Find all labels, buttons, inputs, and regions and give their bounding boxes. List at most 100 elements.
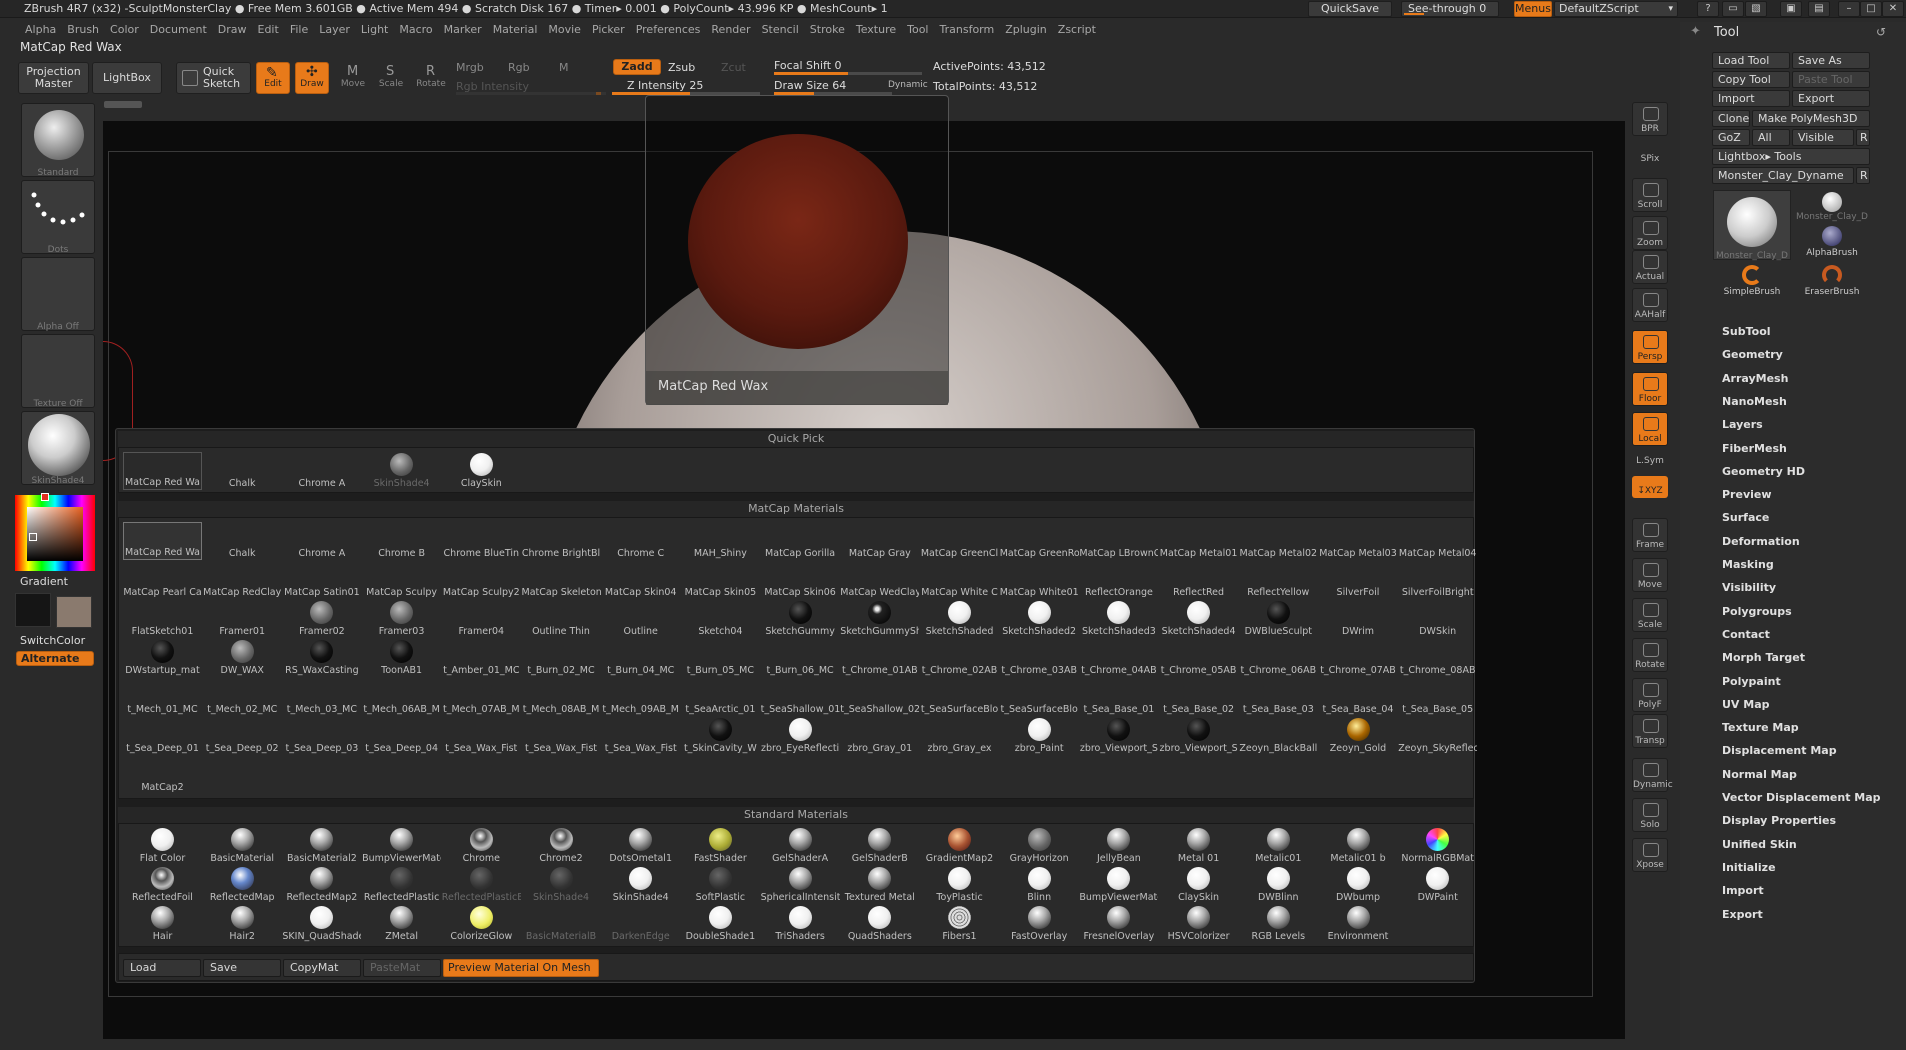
matcap-item[interactable]: t_Sea_Base_02 <box>1159 678 1238 716</box>
minimize-icon[interactable]: – <box>1838 1 1860 17</box>
standard-material-item[interactable]: Environment <box>1319 905 1398 943</box>
quick-pick-item[interactable]: Chrome A <box>282 452 361 490</box>
matcap-item[interactable]: Chalk <box>203 522 282 560</box>
matcap-item[interactable]: Outline Thin <box>522 600 601 638</box>
matcap-item[interactable]: MAH_Shiny <box>681 522 760 560</box>
tool-menu-initialize[interactable]: Initialize <box>1722 861 1776 874</box>
solo-button[interactable]: Solo <box>1632 798 1668 832</box>
frame-button[interactable]: Frame <box>1632 518 1668 552</box>
tool-thumb-2[interactable]: Monster_Clay_D <box>1794 190 1870 224</box>
tool-panel-reset-icon[interactable]: ↺ <box>1876 25 1886 39</box>
standard-material-item[interactable]: FastOverlay <box>1000 905 1079 943</box>
standard-material-item[interactable]: GelShaderB <box>840 827 919 865</box>
ghost-button[interactable]: Dynamic <box>1632 758 1673 792</box>
matcap-item[interactable]: t_Chrome_05AB <box>1159 639 1238 677</box>
standard-material-item[interactable]: DoubleShade1 <box>681 905 760 943</box>
standard-material-item[interactable]: GradientMap2 <box>920 827 999 865</box>
current-tool-r-button[interactable]: R <box>1856 167 1870 184</box>
tool-menu-morph-target[interactable]: Morph Target <box>1722 651 1805 664</box>
matcap-item[interactable]: t_SeaShallow_01 <box>761 678 840 716</box>
matcap-item[interactable]: t_Chrome_03AB <box>1000 639 1079 677</box>
menu-color[interactable]: Color <box>105 20 145 40</box>
standard-material-item[interactable]: BasicMaterialB <box>522 905 601 943</box>
scale-button[interactable]: S Scale <box>374 62 408 94</box>
matcap-item[interactable]: MatCap Skin04 <box>601 561 680 599</box>
menu-preferences[interactable]: Preferences <box>631 20 707 40</box>
menu-alpha[interactable]: Alpha <box>20 20 62 40</box>
matcap-item[interactable]: t_Burn_02_MC <box>522 639 601 677</box>
matcap-item[interactable]: MatCap Skin05 <box>681 561 760 599</box>
stroke-thumbnail[interactable]: Dots <box>21 180 95 255</box>
matcap-item[interactable]: MatCap2 <box>123 756 202 794</box>
menu-draw[interactable]: Draw <box>213 20 253 40</box>
menu-zplugin[interactable]: Zplugin <box>1000 20 1053 40</box>
tool-menu-masking[interactable]: Masking <box>1722 558 1774 571</box>
lightbox-button[interactable]: LightBox <box>92 62 162 94</box>
tool-menu-vector-displacement-map[interactable]: Vector Displacement Map <box>1722 791 1881 804</box>
main-color-swatch[interactable] <box>56 596 92 628</box>
tool-thumb-eraserbrush[interactable]: EraserBrush <box>1794 265 1870 299</box>
standard-material-item[interactable]: ReflectedMap <box>203 866 282 904</box>
matcap-item[interactable]: t_Sea_Base_01 <box>1079 678 1158 716</box>
scroll-button[interactable]: Scroll <box>1632 178 1668 212</box>
load-tool-button[interactable]: Load Tool <box>1712 52 1790 69</box>
matcap-item[interactable]: SketchShaded3 <box>1079 600 1158 638</box>
matcap-item[interactable]: t_SeaArctic_01 <box>681 678 760 716</box>
default-zscript-button[interactable]: DefaultZScript ▾ <box>1554 1 1678 17</box>
layout-icon[interactable]: ▭ <box>1722 1 1744 17</box>
current-tool-slider[interactable]: Monster_Clay_Dyname <box>1712 167 1854 184</box>
matcap-item[interactable]: MatCap Sculpy <box>362 561 441 599</box>
quick-pick-item[interactable]: SkinShade4 <box>362 452 441 490</box>
matcap-item[interactable]: Framer02 <box>282 600 361 638</box>
standard-material-item[interactable]: ReflectedFoil <box>123 866 202 904</box>
tool-menu-unified-skin[interactable]: Unified Skin <box>1722 838 1797 851</box>
copy-tool-button[interactable]: Copy Tool <box>1712 71 1790 88</box>
standard-material-item[interactable]: Metalic01 <box>1239 827 1318 865</box>
goz-visible-button[interactable]: Visible <box>1792 129 1854 146</box>
standard-material-item[interactable]: Metalic01 b <box>1319 827 1398 865</box>
standard-material-item[interactable]: FresnelOverlay <box>1079 905 1158 943</box>
pastemat-button[interactable]: PasteMat <box>363 959 441 977</box>
quicksave-button[interactable]: QuickSave <box>1308 1 1392 17</box>
matcap-item[interactable]: ReflectRed <box>1159 561 1238 599</box>
lsym-button[interactable]: L.Sym <box>1632 446 1668 468</box>
matcap-item[interactable]: zbro_Viewport_S <box>1159 717 1238 755</box>
standard-material-item[interactable]: Chrome2 <box>522 827 601 865</box>
matcap-item[interactable]: MatCap RedClay <box>203 561 282 599</box>
matcap-item[interactable]: t_Chrome_02AB <box>920 639 999 677</box>
tool-menu-visibility[interactable]: Visibility <box>1722 581 1776 594</box>
matcap-item[interactable]: ToonAB1 <box>362 639 441 677</box>
preview-material-on-mesh-button[interactable]: Preview Material On Mesh <box>443 959 599 977</box>
matcap-item[interactable]: MatCap White01 <box>1000 561 1079 599</box>
matcap-item[interactable]: ReflectYellow <box>1239 561 1318 599</box>
matcap-item[interactable]: SketchShaded <box>920 600 999 638</box>
quick-sketch-button[interactable]: Quick Sketch <box>176 62 251 94</box>
save-button[interactable]: Save <box>203 959 281 977</box>
draw-button[interactable]: ✣ Draw <box>295 62 329 94</box>
standard-material-item[interactable]: ToyPlastic <box>920 866 999 904</box>
load-button[interactable]: Load <box>123 959 201 977</box>
persp-button[interactable]: Persp <box>1632 330 1668 364</box>
document-tab[interactable] <box>104 101 142 108</box>
color-picker[interactable] <box>15 493 95 571</box>
goz-all-button[interactable]: All <box>1752 129 1790 146</box>
standard-material-item[interactable]: BumpViewerMate <box>1079 866 1158 904</box>
lock-icon[interactable]: ▣ <box>1780 1 1802 17</box>
matcap-item[interactable]: t_Sea_Wax_Fist <box>442 717 521 755</box>
matcap-item[interactable]: t_Sea_Deep_04 <box>362 717 441 755</box>
matcap-item[interactable]: t_Mech_08AB_M <box>522 678 601 716</box>
matcap-item[interactable]: t_SeaSurfaceBlo <box>920 678 999 716</box>
matcap-item[interactable]: Chrome C <box>601 522 680 560</box>
make-polymesh-button[interactable]: Make PolyMesh3D <box>1752 110 1870 127</box>
standard-material-item[interactable]: ReflectedMap2 <box>282 866 361 904</box>
menu-marker[interactable]: Marker <box>439 20 488 40</box>
standard-material-item[interactable]: TriShaders <box>761 905 840 943</box>
matcap-item[interactable]: MatCap Gray <box>840 522 919 560</box>
menu-tool[interactable]: Tool <box>902 20 934 40</box>
transp-button[interactable]: Transp <box>1632 714 1668 748</box>
matcap-item[interactable]: MatCap Satin01 <box>282 561 361 599</box>
tool-menu-layers[interactable]: Layers <box>1722 418 1763 431</box>
see-through-slider[interactable]: See-through 0 <box>1401 1 1499 17</box>
polyf-button[interactable]: PolyF <box>1632 678 1668 712</box>
tool-menu-displacement-map[interactable]: Displacement Map <box>1722 744 1837 757</box>
